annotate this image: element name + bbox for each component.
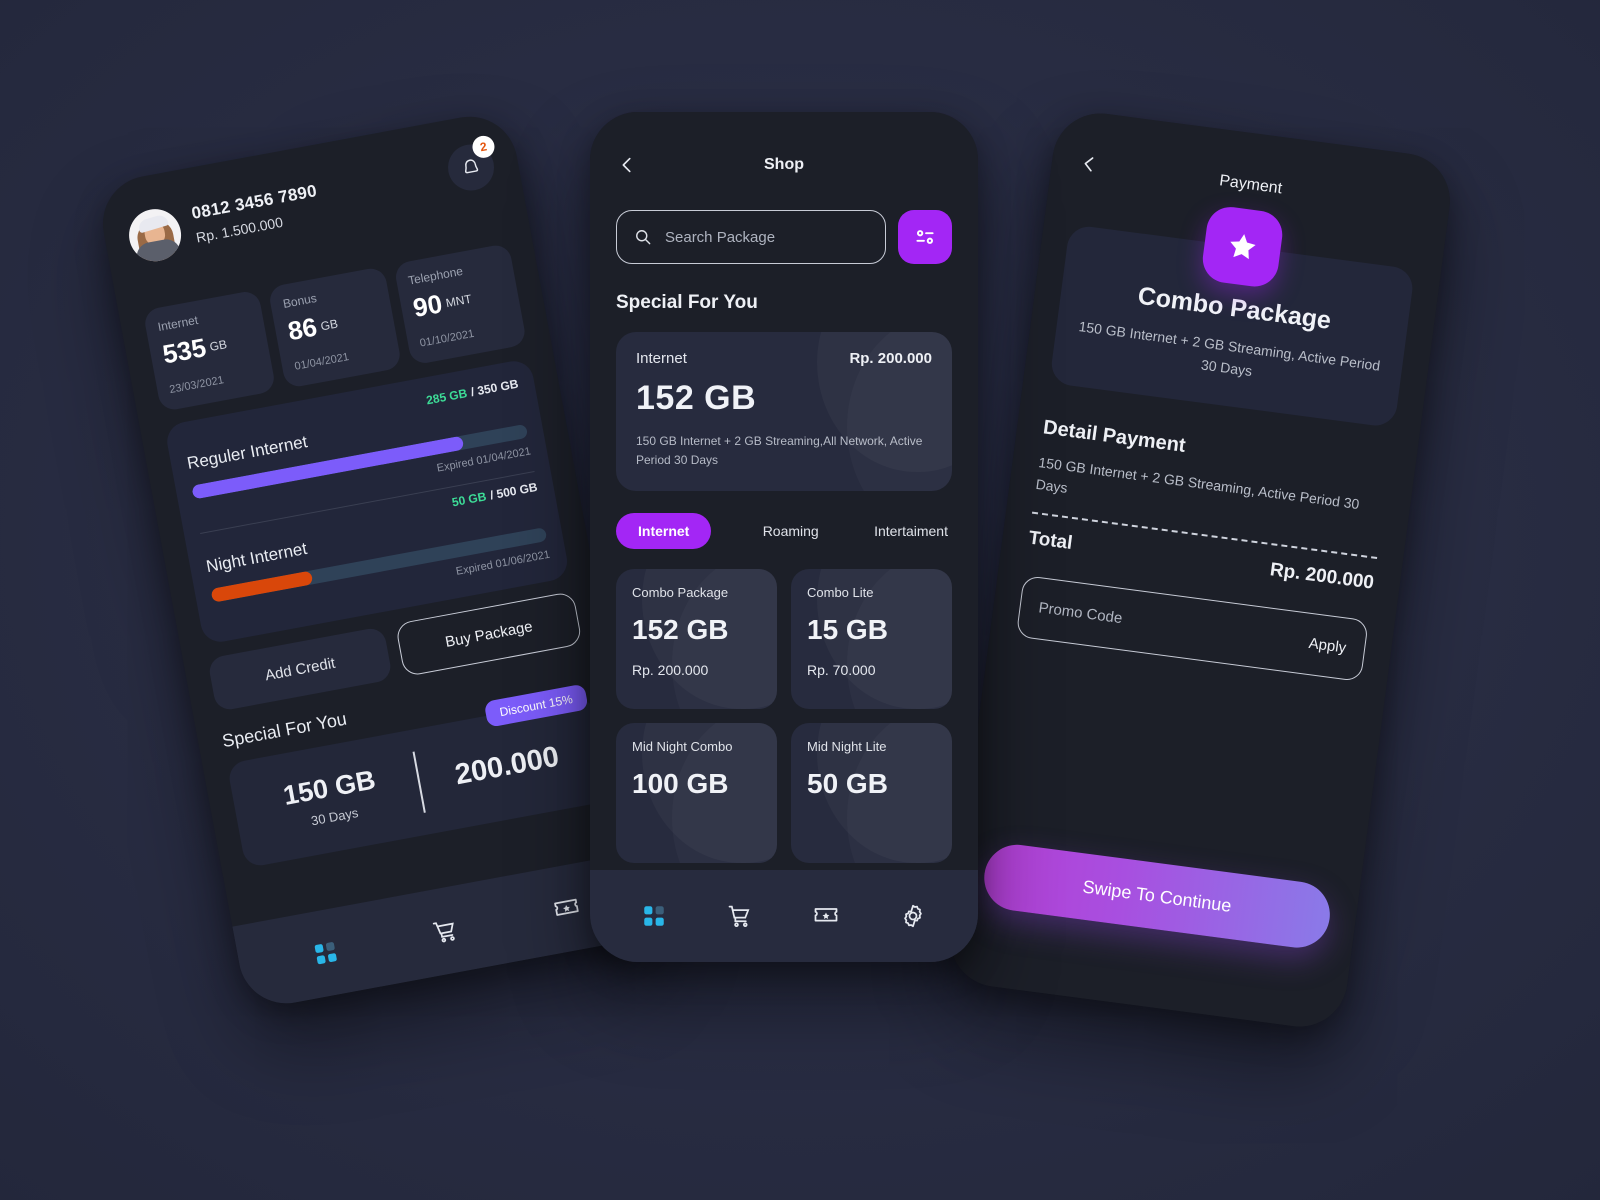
- package-size: 50 GB: [807, 768, 888, 800]
- stat-value: 535: [160, 332, 209, 370]
- featured-description: 150 GB Internet + 2 GB Streaming,All Net…: [636, 434, 923, 467]
- ticket-star-icon: [554, 898, 580, 916]
- nav-item-cart[interactable]: [429, 915, 462, 948]
- package-name: Combo Package: [632, 585, 729, 601]
- package-size: 152 GB: [632, 614, 729, 646]
- nav-item-settings[interactable]: [899, 902, 927, 930]
- cart-icon: [432, 922, 455, 943]
- shop-header: Shop: [616, 148, 952, 182]
- stat-card-telephone[interactable]: Telephone 90 MNT 01/10/2021: [393, 242, 528, 366]
- search-icon: [636, 230, 651, 245]
- shop-screen-content: Shop Special For You: [590, 112, 978, 962]
- payment-title: Payment: [1218, 172, 1284, 198]
- tab-intertaiment[interactable]: Intertaiment: [870, 513, 952, 549]
- offer-price: 200.000: [452, 740, 562, 791]
- phone-payment-screen: Payment Combo Package 150 GB Internet + …: [944, 107, 1456, 1033]
- swipe-to-continue-button[interactable]: Swipe To Continue: [980, 840, 1334, 952]
- tab-internet[interactable]: Internet: [616, 513, 712, 550]
- nav-item-ticket[interactable]: [551, 892, 584, 925]
- stat-card-bonus[interactable]: Bonus 86 GB 01/04/2021: [267, 266, 402, 389]
- package-size: 15 GB: [807, 614, 888, 646]
- notification-wrapper[interactable]: 2: [444, 134, 498, 195]
- featured-price: Rp. 200.000: [849, 350, 932, 367]
- package-card[interactable]: Combo Lite 15 GB Rp. 70.000: [791, 569, 952, 710]
- promo-code-input[interactable]: [1037, 599, 1301, 651]
- grid-dashboard-icon: [314, 942, 337, 965]
- search-box[interactable]: [616, 210, 886, 264]
- bell-icon: [464, 159, 479, 174]
- filter-button[interactable]: [898, 210, 952, 264]
- apply-button[interactable]: Apply: [1308, 635, 1347, 657]
- total-label: Total: [1027, 527, 1074, 554]
- stat-card-internet[interactable]: Internet 535 GB 23/03/2021: [142, 289, 277, 412]
- offer-separator: [412, 751, 426, 813]
- featured-top-row: Internet Rp. 200.000: [636, 350, 932, 367]
- phone-shop-screen: Shop Special For You: [590, 112, 978, 962]
- stat-unit: GB: [319, 315, 339, 333]
- package-card[interactable]: Combo Package 152 GB Rp. 200.000: [616, 569, 777, 710]
- shop-search-row: [616, 210, 952, 264]
- package-grid: Combo Package 152 GB Rp. 200.000 Combo L…: [616, 569, 952, 864]
- gear-icon: [903, 904, 922, 928]
- featured-label: Internet: [636, 350, 687, 367]
- stat-date: 23/03/2021: [168, 374, 225, 397]
- cart-icon: [728, 905, 750, 928]
- filter-sliders-icon: [916, 230, 934, 244]
- nav-item-dashboard[interactable]: [641, 903, 667, 929]
- shop-bottom-nav: [590, 870, 978, 962]
- stat-unit: MNT: [444, 291, 473, 310]
- payment-screen-content: Payment Combo Package 150 GB Internet + …: [944, 107, 1456, 1033]
- shop-title: Shop: [764, 156, 804, 173]
- stat-unit: GB: [208, 336, 229, 354]
- package-size: 100 GB: [632, 768, 729, 800]
- payment-hero-card: Combo Package 150 GB Internet + 2 GB Str…: [1049, 204, 1416, 428]
- package-badge: [1199, 204, 1286, 290]
- package-price: Rp. 200.000: [632, 662, 709, 679]
- shop-section-title: Special For You: [616, 292, 758, 313]
- promo-code-field[interactable]: Apply: [1015, 574, 1369, 682]
- grid-dashboard-icon: [644, 906, 664, 926]
- offer-left: 150 GB 30 Days: [249, 759, 413, 839]
- stat-value: 90: [410, 288, 445, 324]
- featured-size: 152 GB: [636, 379, 757, 417]
- stat-date: 01/04/2021: [293, 351, 350, 373]
- package-price: Rp. 70.000: [807, 662, 876, 679]
- stat-value: 86: [285, 311, 320, 347]
- mockup-stage: 0812 3456 7890 Rp. 1.500.000 2 Internet: [0, 0, 1600, 1200]
- stat-date: 01/10/2021: [418, 327, 476, 350]
- home-screen-content: 0812 3456 7890 Rp. 1.500.000 2 Internet: [95, 109, 662, 1012]
- search-input[interactable]: [665, 228, 869, 246]
- nav-item-ticket[interactable]: [812, 902, 840, 930]
- nav-item-dashboard[interactable]: [310, 938, 340, 968]
- package-name: Mid Night Lite: [807, 739, 887, 755]
- package-name: Mid Night Combo: [632, 739, 733, 755]
- tab-roaming[interactable]: Roaming: [759, 513, 823, 549]
- avatar[interactable]: [124, 204, 186, 266]
- ticket-star-icon: [814, 908, 838, 922]
- nav-item-cart[interactable]: [726, 902, 754, 930]
- package-card[interactable]: Mid Night Lite 50 GB: [791, 723, 952, 864]
- package-name: Combo Lite: [807, 585, 874, 601]
- package-card[interactable]: Mid Night Combo 100 GB: [616, 723, 777, 864]
- star-icon: [1230, 234, 1256, 260]
- total-value: Rp. 200.000: [1268, 558, 1376, 594]
- category-tabs: Internet Roaming Intertaiment: [616, 513, 952, 550]
- featured-package-card[interactable]: Internet Rp. 200.000 152 GB 150 GB Inter…: [616, 332, 952, 492]
- phone-home-screen: 0812 3456 7890 Rp. 1.500.000 2 Internet: [94, 108, 662, 1012]
